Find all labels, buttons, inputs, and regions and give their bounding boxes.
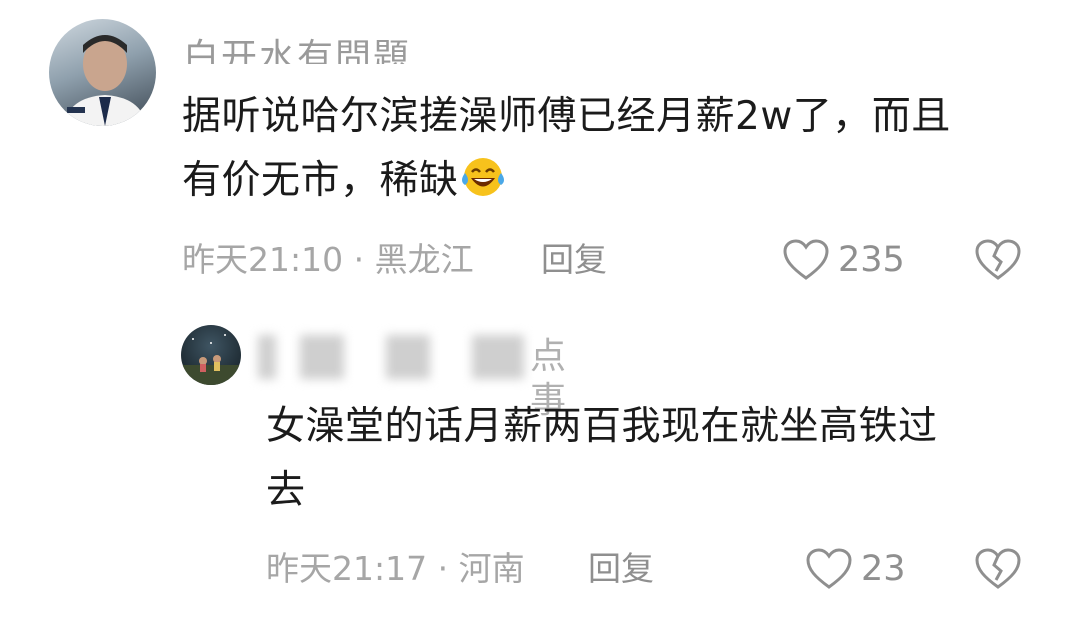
like-count: 23 — [861, 549, 906, 589]
avatar[interactable] — [181, 325, 241, 385]
like-button[interactable]: 23 — [805, 547, 906, 591]
redaction-blur — [258, 335, 276, 379]
comment-line: 去 — [266, 468, 306, 513]
heart-icon — [783, 239, 829, 280]
redaction-blur — [300, 335, 344, 379]
reply-button[interactable]: 回复 — [541, 238, 607, 282]
comment-line: 有价无市，稀缺 — [182, 149, 1042, 213]
comment-text: 据听说哈尔滨搓澡师傅已经月薪2w了，而且 有价无市，稀缺 — [182, 85, 1042, 213]
heart-icon — [806, 548, 852, 589]
broken-heart-icon[interactable] — [974, 238, 1022, 282]
comment-meta: 昨天21:17 · 河南 — [266, 549, 525, 588]
username[interactable]: 点事 — [258, 335, 598, 421]
comment-meta: 昨天21:10 · 黑龙江 — [182, 240, 474, 279]
avatar[interactable] — [49, 19, 156, 126]
avatar-portrait — [63, 35, 147, 126]
redaction-blur — [472, 335, 524, 379]
avatar-illustration — [181, 334, 241, 385]
redaction-blur — [386, 335, 430, 379]
username[interactable]: 白开水有問題 — [183, 22, 411, 64]
laughing-tears-icon — [461, 158, 504, 196]
comment-text: 女澡堂的话月薪两百我现在就坐高铁过 去 — [266, 395, 1046, 523]
like-count: 235 — [838, 240, 905, 280]
broken-heart-icon[interactable] — [974, 547, 1022, 591]
comment-line: 据听说哈尔滨搓澡师傅已经月薪2w了，而且 — [182, 94, 951, 139]
reply-button[interactable]: 回复 — [588, 547, 654, 591]
like-button[interactable]: 235 — [782, 238, 905, 282]
comment-line: 女澡堂的话月薪两百我现在就坐高铁过 — [266, 404, 938, 449]
